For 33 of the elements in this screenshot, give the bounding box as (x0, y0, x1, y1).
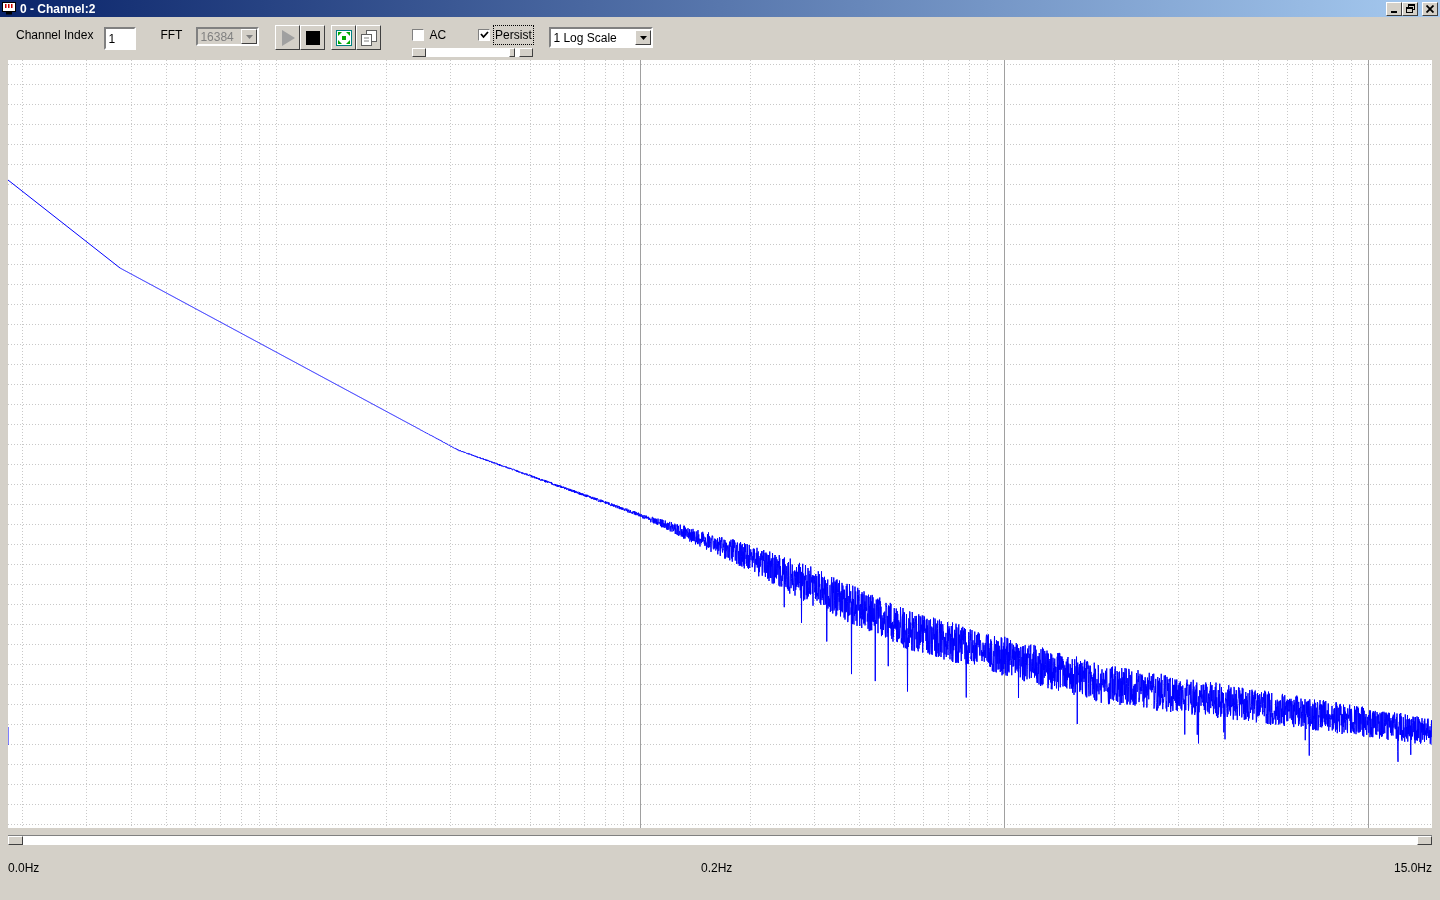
fft-label: FFT (160, 27, 183, 44)
slider-right-button[interactable] (519, 48, 534, 57)
restore-button[interactable] (1402, 1, 1418, 16)
scale-dropdown[interactable]: 1 Log Scale (549, 27, 654, 48)
channel-index-field[interactable]: 1 (104, 27, 137, 50)
persist-checkbox[interactable] (478, 29, 491, 41)
fit-view-button[interactable] (331, 25, 357, 50)
channel-index-label: Channel Index (16, 27, 94, 44)
close-icon (1426, 4, 1434, 13)
play-icon (280, 29, 295, 46)
window-title: 0 - Channel:2 (20, 0, 96, 18)
axis-label: 15.0Hz (1393, 860, 1432, 877)
axis-label: 0.0Hz (8, 860, 40, 877)
copy-button[interactable] (356, 25, 382, 50)
close-button[interactable] (1422, 1, 1438, 16)
copy-icon (360, 29, 377, 46)
slider-thumb[interactable] (509, 48, 516, 57)
axis-label: 0.2Hz (701, 860, 733, 877)
slider-left-button[interactable] (412, 48, 427, 57)
expand-icon (335, 29, 352, 46)
persist-label: Persist (494, 26, 533, 44)
caret-icon (639, 35, 647, 40)
minimize-icon (1391, 10, 1397, 13)
minimize-button[interactable] (1386, 1, 1402, 16)
ac-checkbox[interactable] (412, 29, 425, 41)
scroll-right-button[interactable] (1417, 836, 1432, 845)
app-icon (2, 2, 16, 15)
scroll-left-button[interactable] (8, 836, 23, 845)
stop-button[interactable] (300, 25, 326, 50)
caret-icon (245, 34, 253, 39)
restore-icon (1405, 4, 1415, 13)
stop-icon (305, 30, 320, 45)
ac-label: AC (429, 27, 447, 44)
